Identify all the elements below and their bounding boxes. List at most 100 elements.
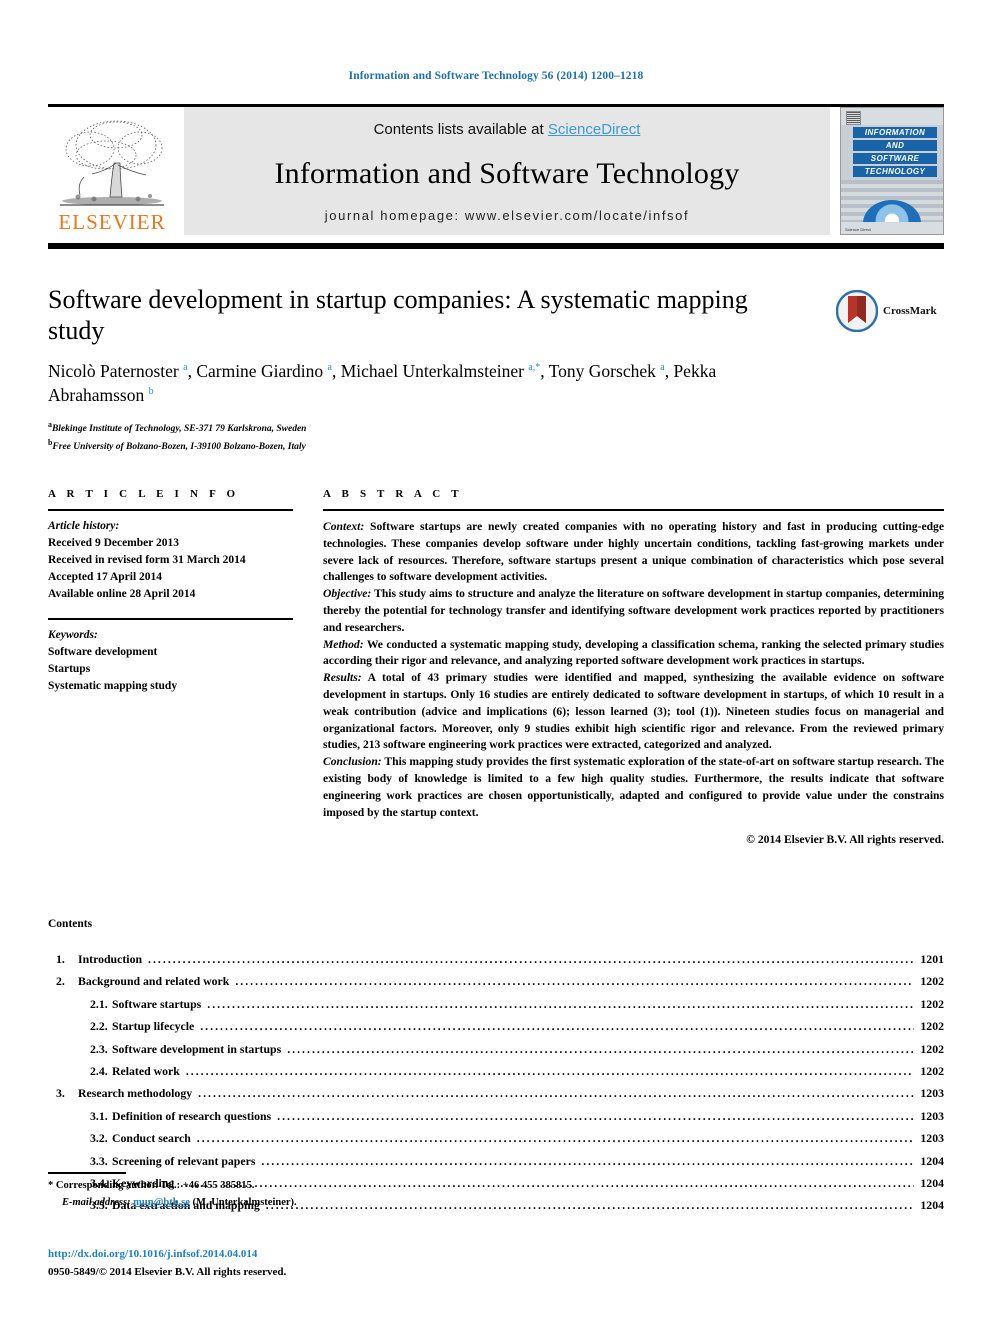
- contents-entry[interactable]: 3.3. Screening of relevant papers........…: [48, 1150, 944, 1172]
- contents-entry[interactable]: 2. Background and related work...........…: [48, 970, 944, 992]
- contents-entry-label[interactable]: Introduction: [78, 948, 146, 970]
- contents-entry-page: 1204: [920, 1176, 944, 1191]
- crossmark-label: CrossMark: [883, 305, 937, 317]
- footnote-block: * Corresponding author. Tel.: +46 455 38…: [48, 1178, 568, 1212]
- article-history-item: Received in revised form 31 March 2014: [48, 554, 246, 567]
- article-first-page: Information and Software Technology 56 (…: [0, 0, 992, 1323]
- contents-entry-page: 1202: [920, 1041, 944, 1056]
- article-info-column: A R T I C L E I N F O Article history: R…: [48, 488, 293, 849]
- contents-entry[interactable]: 3. Research methodology..................…: [48, 1082, 944, 1104]
- crossmark-badge-group[interactable]: CrossMark: [836, 288, 946, 334]
- corresponding-author-note: * Corresponding author. Tel.: +46 455 38…: [48, 1178, 568, 1195]
- article-history-block: Article history: Received 9 December 201…: [48, 511, 293, 603]
- article-history-item: Available online 28 April 2014: [48, 588, 196, 601]
- abstract-paragraph: Context: Software startups are newly cre…: [323, 519, 944, 586]
- email-link[interactable]: mun@bth.se: [133, 1197, 190, 1208]
- sciencedirect-link[interactable]: ScienceDirect: [548, 121, 641, 138]
- affiliation-text: Blekinge Institute of Technology, SE-371…: [51, 423, 307, 434]
- contents-entry-number: 2.4.: [90, 1064, 108, 1079]
- abstract-section-text: Software startups are newly created comp…: [323, 520, 944, 584]
- contents-list: 1. Introduction..........................…: [48, 948, 944, 1217]
- page-title: Software development in startup companie…: [48, 285, 748, 345]
- masthead-bottom-rule: [48, 243, 944, 249]
- contents-leader-dots: ........................................…: [198, 1086, 915, 1101]
- affiliation-text: Free University of Bolzano-Bozen, I-3910…: [52, 441, 306, 452]
- contents-entry-page: 1203: [920, 1131, 944, 1146]
- abstract-paragraph: Results: A total of 43 primary studies w…: [323, 670, 944, 754]
- abstract-section-label: Results:: [323, 671, 362, 685]
- contents-entry-number: 3.3.: [90, 1153, 108, 1168]
- info-abstract-columns: A R T I C L E I N F O Article history: R…: [48, 488, 944, 849]
- abstract-copyright: © 2014 Elsevier B.V. All rights reserved…: [746, 833, 944, 847]
- corresponding-author-marker: *: [48, 1180, 54, 1191]
- doi-link[interactable]: http://dx.doi.org/10.1016/j.infsof.2014.…: [48, 1248, 257, 1260]
- contents-entry-number: 2.1.: [90, 996, 108, 1011]
- cover-title-line-4: TECHNOLOGY: [853, 166, 937, 177]
- contents-entry-label[interactable]: Software startups: [112, 993, 205, 1015]
- contents-entry[interactable]: 2.3. Software development in startups....…: [48, 1038, 944, 1060]
- cover-publisher-mark-icon: [846, 111, 861, 125]
- crossmark-icon[interactable]: [836, 290, 878, 332]
- contents-entry-label[interactable]: Related work: [112, 1060, 184, 1082]
- contents-entry[interactable]: 2.2. Startup lifecycle...................…: [48, 1015, 944, 1037]
- email-note: E-mail address: mun@bth.se (M. Unterkalm…: [48, 1195, 568, 1212]
- journal-title: Information and Software Technology: [274, 157, 740, 190]
- contents-entry[interactable]: 2.4. Related work........................…: [48, 1060, 944, 1082]
- abstract-section-text: A total of 43 primary studies were ident…: [323, 671, 944, 752]
- article-history-lines: Received 9 December 2013 Received in revi…: [48, 535, 293, 603]
- contents-entry-page: 1203: [920, 1108, 944, 1123]
- contents-leader-dots: ........................................…: [235, 974, 915, 989]
- contents-leader-dots: ........................................…: [148, 952, 914, 966]
- affiliation-item: bFree University of Bolzano-Bozen, I-391…: [48, 437, 808, 455]
- contents-entry-page: 1204: [920, 1153, 944, 1168]
- contents-available-line: Contents lists available at ScienceDirec…: [374, 121, 641, 138]
- email-owner: (M. Unterkalmsteiner).: [192, 1196, 297, 1208]
- abstract-section-label: Objective:: [323, 587, 372, 601]
- keywords-block: Keywords: Software development Startups Sy…: [48, 620, 293, 695]
- abstract-section-text: This mapping study provides the first sy…: [323, 755, 944, 819]
- contents-entry-label[interactable]: Conduct search: [112, 1127, 195, 1149]
- keywords-label: Keywords:: [48, 628, 98, 641]
- contents-entry-label[interactable]: Background and related work: [78, 970, 233, 992]
- journal-cover-thumbnail: INFORMATION AND SOFTWARE TECHNOLOGY Scie…: [840, 107, 944, 235]
- abstract-section-text: This study aims to structure and analyze…: [323, 587, 944, 634]
- journal-homepage-line[interactable]: journal homepage: www.elsevier.com/locat…: [325, 208, 689, 223]
- contents-section: Contents 1. Introduction.................…: [48, 918, 944, 1217]
- contents-prefix: Contents lists available at: [373, 121, 548, 138]
- abstract-section-text: We conducted a systematic mapping study,…: [323, 637, 944, 668]
- abstract-section-label: Context:: [323, 520, 365, 533]
- contents-entry[interactable]: 3.1. Definition of research questions....…: [48, 1105, 944, 1127]
- affiliation-item: aBlekinge Institute of Technology, SE-37…: [48, 419, 808, 437]
- contents-entry-page: 1204: [920, 1198, 944, 1213]
- contents-entry-label[interactable]: Startup lifecycle: [112, 1015, 198, 1037]
- elsevier-logo: ELSEVIER: [48, 107, 176, 235]
- article-info-spacer: [48, 603, 293, 618]
- contents-entry-label[interactable]: Screening of relevant papers: [112, 1150, 259, 1172]
- elsevier-tree-icon: [60, 120, 164, 206]
- contents-entry-number: 3.2.: [90, 1131, 108, 1146]
- article-history-item: Accepted 17 April 2014: [48, 571, 163, 584]
- abstract-column: A B S T R A C T Context: Software startu…: [323, 488, 944, 849]
- contents-entry-label[interactable]: Software development in startups: [112, 1038, 285, 1060]
- abstract-paragraph: Method: We conducted a systematic mappin…: [323, 637, 944, 671]
- contents-leader-dots: ........................................…: [207, 996, 914, 1011]
- article-history-label: Article history:: [48, 520, 120, 532]
- contents-entry[interactable]: 3.2. Conduct search......................…: [48, 1127, 944, 1149]
- contents-leader-dots: ........................................…: [185, 1064, 915, 1079]
- article-history-item: Received 9 December 2013: [48, 537, 180, 550]
- contents-leader-dots: ........................................…: [200, 1019, 914, 1034]
- contents-entry[interactable]: 2.1. Software startups...................…: [48, 993, 944, 1015]
- contents-entry[interactable]: 1. Introduction..........................…: [48, 948, 944, 970]
- contents-entry-page: 1202: [920, 1064, 944, 1079]
- keyword-item: Systematic mapping study: [48, 679, 178, 692]
- contents-entry-label[interactable]: Definition of research questions: [112, 1105, 275, 1127]
- elsevier-wordmark: ELSEVIER: [58, 210, 166, 234]
- cover-title-line-2: AND: [853, 140, 937, 151]
- footer-block: http://dx.doi.org/10.1016/j.infsof.2014.…: [48, 1246, 648, 1281]
- abstract-section-label: Conclusion:: [323, 755, 382, 769]
- keyword-item: Software development: [48, 645, 158, 658]
- contents-entry-label[interactable]: Research methodology: [78, 1082, 196, 1104]
- issn-copyright: 0950-5849/© 2014 Elsevier B.V. All right…: [48, 1265, 287, 1278]
- masthead-center-panel: Contents lists available at ScienceDirec…: [184, 107, 830, 235]
- contents-entry-page: 1202: [920, 1019, 944, 1034]
